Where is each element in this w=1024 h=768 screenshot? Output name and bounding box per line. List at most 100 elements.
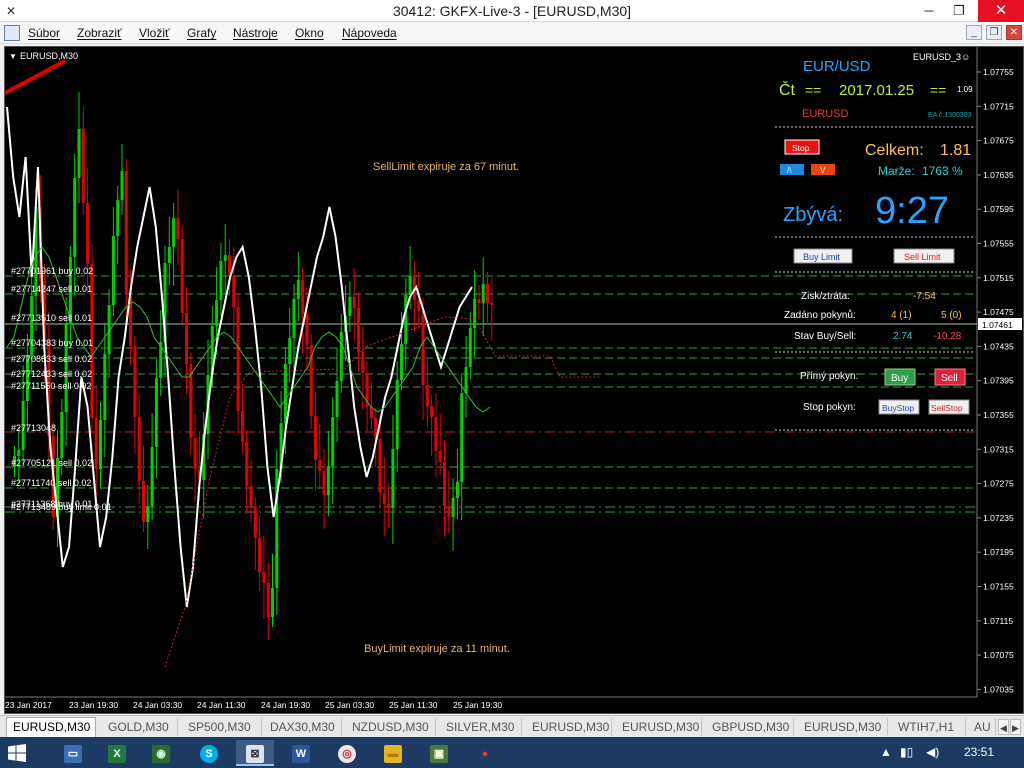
candle-body bbox=[490, 303, 494, 305]
tab-gbpusd-m30[interactable]: GBPUSD,M30 bbox=[706, 718, 794, 736]
taskbar-excel[interactable]: X bbox=[98, 740, 136, 766]
order-label[interactable]: #27705121 sell 0.02 bbox=[11, 458, 92, 468]
candle-body bbox=[283, 364, 287, 423]
candle-body bbox=[185, 313, 188, 364]
tab-scroll-right-icon[interactable]: ▶ bbox=[1010, 719, 1021, 735]
tab-eurusd-m30[interactable]: EURUSD,M30 bbox=[6, 717, 96, 737]
close-button[interactable]: ✕ bbox=[978, 0, 1024, 22]
tab-dax30-m30[interactable]: DAX30,M30 bbox=[264, 718, 342, 736]
volume-icon[interactable]: ◀) bbox=[926, 745, 939, 759]
tab-gold-m30[interactable]: GOLD,M30 bbox=[102, 718, 178, 736]
price-tick-label: 1.07235 bbox=[983, 513, 1014, 523]
window-title: 30412: GKFX-Live-3 - [EURUSD,M30] bbox=[392, 3, 632, 19]
collapse-arrow-icon[interactable]: ▼ bbox=[9, 52, 17, 61]
taskbar-folder[interactable]: ▬ bbox=[374, 740, 412, 766]
candle-body bbox=[314, 416, 317, 460]
menu-tools[interactable]: Nástroje bbox=[233, 26, 278, 40]
minimize-button[interactable]: ─ bbox=[914, 0, 944, 22]
candle-body bbox=[116, 200, 120, 236]
price-tick-label: 1.07075 bbox=[983, 650, 1014, 660]
restore-button[interactable]: ❐ bbox=[944, 0, 974, 22]
primy-label: Přímý pokyn: bbox=[800, 371, 858, 382]
taskbar-photos[interactable]: ▣ bbox=[420, 740, 458, 766]
order-label[interactable]: #27711368 buy 0.01 bbox=[11, 499, 92, 509]
time-tick-label: 25 Jan 19:30 bbox=[453, 700, 502, 710]
menu-window[interactable]: Okno bbox=[295, 26, 324, 40]
chart-tabs: EURUSD,M30 GOLD,M30 SP500,M30 DAX30,M30 … bbox=[0, 715, 1024, 737]
panel-date: 2017.01.25 bbox=[839, 82, 914, 99]
tab-au[interactable]: AU bbox=[968, 718, 996, 736]
tab-eurusd-m30-2[interactable]: EURUSD,M30 bbox=[526, 718, 612, 736]
candle-body bbox=[352, 297, 356, 308]
menu-file[interactable]: Súbor bbox=[28, 26, 60, 40]
taskbar-file-explorer[interactable]: ▭ bbox=[54, 740, 92, 766]
photos-icon: ▣ bbox=[430, 744, 448, 763]
candle-body bbox=[477, 299, 481, 303]
price-chart[interactable]: #27701961 buy 0.02 #27714247 sell 0.01 #… bbox=[5, 47, 1023, 713]
taskbar-clock[interactable]: 23:51 bbox=[964, 745, 994, 759]
order-label[interactable]: #27713510 sell 0.01 bbox=[11, 313, 92, 323]
order-label[interactable]: #27704383 buy 0.01 bbox=[11, 338, 93, 348]
menu-insert[interactable]: Vložiť bbox=[139, 26, 170, 40]
tab-eurusd-m30-4[interactable]: EURUSD,M30 bbox=[798, 718, 888, 736]
stav-label: Stav Buy/Sell: bbox=[794, 331, 856, 342]
candle-body bbox=[219, 261, 223, 300]
taskbar-skype[interactable]: S bbox=[190, 740, 228, 766]
candle-body bbox=[305, 314, 309, 345]
show-hidden-icons-icon[interactable]: ▲ bbox=[880, 745, 892, 759]
trend-line[interactable] bbox=[5, 59, 66, 95]
time-tick-label: 23 Jan 19:30 bbox=[69, 700, 118, 710]
network-icon[interactable]: ▮▯ bbox=[900, 745, 913, 759]
candle-body bbox=[17, 450, 21, 456]
order-label[interactable]: #27701961 buy 0.02 bbox=[11, 266, 93, 276]
menu-charts[interactable]: Grafy bbox=[187, 26, 216, 40]
taskbar-chrome[interactable]: ◎ bbox=[328, 740, 366, 766]
chart-window[interactable]: #27701961 buy 0.02 #27714247 sell 0.01 #… bbox=[4, 46, 1024, 714]
tab-silver-m30[interactable]: SILVER,M30 bbox=[440, 718, 522, 736]
candle-body bbox=[215, 300, 219, 326]
candle-body bbox=[223, 255, 227, 261]
candle-body bbox=[154, 378, 158, 447]
tab-nzdusd-m30[interactable]: NZDUSD,M30 bbox=[346, 718, 436, 736]
order-label[interactable]: #27713048 bbox=[11, 423, 56, 433]
up-button[interactable] bbox=[780, 164, 804, 175]
file-explorer-icon: ▭ bbox=[64, 744, 82, 763]
stop-pokyn-label: Stop pokyn: bbox=[803, 402, 856, 413]
price-tick-label: 1.07275 bbox=[983, 479, 1014, 489]
order-label[interactable]: #27714247 sell 0.01 bbox=[11, 284, 92, 294]
stop-button-label: Stop bbox=[792, 143, 810, 153]
windows-start-icon[interactable] bbox=[8, 744, 26, 762]
mdi-close-button[interactable]: ✕ bbox=[1006, 25, 1022, 40]
price-tick-label: 1.07475 bbox=[983, 307, 1014, 317]
candle-body bbox=[77, 129, 81, 178]
taskbar-metatrader[interactable]: ⊠ bbox=[236, 740, 274, 766]
menu-help[interactable]: Nápoveda bbox=[342, 26, 397, 40]
candle-body bbox=[245, 442, 249, 486]
taskbar-word[interactable]: W bbox=[282, 740, 320, 766]
candle-body bbox=[331, 417, 335, 466]
candle-body bbox=[180, 239, 184, 313]
chart-window-icon[interactable] bbox=[4, 25, 20, 41]
tab-scroll-left-icon[interactable]: ◀ bbox=[998, 719, 1009, 735]
time-axis: 23 Jan 2017 23 Jan 19:30 24 Jan 03:30 24 Ja… bbox=[5, 700, 502, 710]
celkem-value: 1.81 bbox=[940, 142, 971, 159]
taskbar-app[interactable]: ● bbox=[466, 740, 504, 766]
candle-body bbox=[318, 460, 322, 471]
order-label[interactable]: #27708633 sell 0.02 bbox=[11, 354, 92, 364]
chrome-icon: ◎ bbox=[338, 744, 356, 763]
candle-body bbox=[361, 352, 365, 373]
tab-wtih7-h1[interactable]: WTIH7,H1 bbox=[892, 718, 966, 736]
tab-eurusd-m30-3[interactable]: EURUSD,M30 bbox=[616, 718, 702, 736]
mdi-minimize-button[interactable]: _ bbox=[966, 25, 982, 40]
menu-view[interactable]: Zobraziť bbox=[77, 26, 122, 40]
taskbar-web[interactable]: ◉ bbox=[142, 740, 180, 766]
candle-body bbox=[262, 572, 266, 583]
price-tick-label: 1.07715 bbox=[983, 101, 1014, 111]
order-label[interactable]: #27712433 sell 0.02 bbox=[11, 369, 92, 379]
tab-sp500-m30[interactable]: SP500,M30 bbox=[182, 718, 262, 736]
order-label[interactable]: #27711740 sell 0.02 bbox=[11, 478, 91, 488]
order-label[interactable]: #27711550 sell 0.02 bbox=[11, 381, 91, 391]
mdi-restore-button[interactable]: ❐ bbox=[986, 25, 1002, 40]
candle-body bbox=[124, 171, 128, 295]
candle-body bbox=[137, 417, 141, 481]
